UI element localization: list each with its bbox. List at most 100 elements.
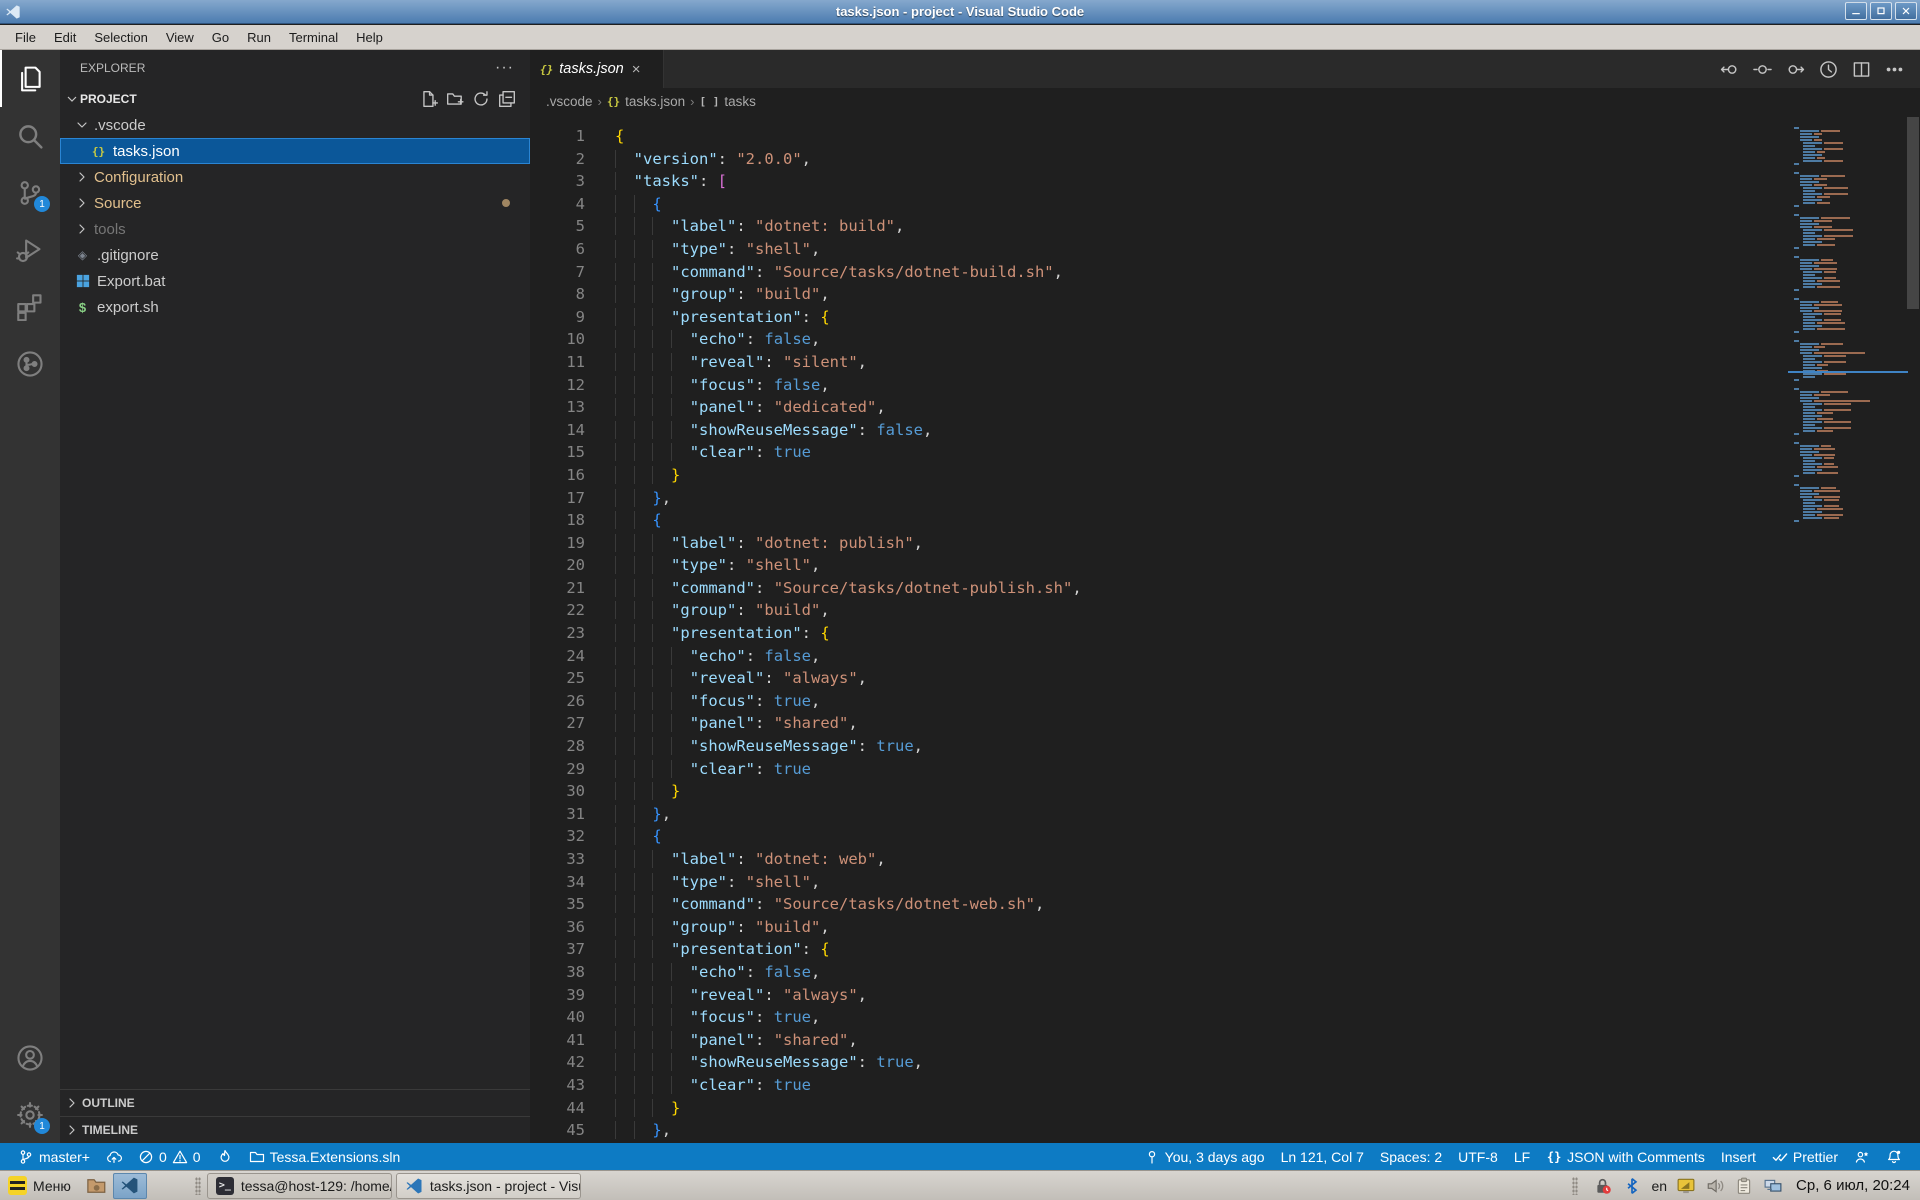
maximize-button[interactable] [1870, 2, 1892, 20]
activity-files[interactable] [0, 50, 60, 107]
tree-item-tools[interactable]: tools [60, 216, 530, 242]
file-manager-launcher[interactable] [79, 1173, 113, 1199]
menu-help[interactable]: Help [347, 27, 392, 48]
tree-item--gitignore[interactable]: ◈.gitignore [60, 242, 530, 268]
vertical-scrollbar[interactable] [1906, 115, 1920, 1143]
breadcrumb-file[interactable]: tasks.json [625, 94, 685, 109]
menu-edit[interactable]: Edit [45, 27, 85, 48]
history-circle-button[interactable] [1819, 60, 1838, 79]
menu-terminal[interactable]: Terminal [280, 27, 347, 48]
display-settings-icon[interactable] [1676, 1176, 1696, 1196]
sidebar-more-actions-icon[interactable]: ··· [495, 59, 514, 77]
tray-grip[interactable] [1572, 1177, 1578, 1195]
start-menu-button[interactable]: Меню [4, 1173, 79, 1199]
formatter[interactable]: Prettier [1764, 1149, 1846, 1165]
refresh-button[interactable] [472, 90, 490, 108]
menu-file[interactable]: File [6, 27, 45, 48]
line-number: 38 [530, 961, 585, 984]
tree-item-source[interactable]: Source [60, 190, 530, 216]
nav-forward-circle-button[interactable] [1786, 60, 1805, 79]
blame-status[interactable]: You, 3 days ago [1136, 1149, 1273, 1165]
menu-selection[interactable]: Selection [85, 27, 156, 48]
notifications[interactable] [1878, 1149, 1910, 1165]
breadcrumb-folder[interactable]: .vscode [546, 94, 593, 109]
section-timeline[interactable]: TIMELINE [60, 1116, 530, 1143]
eol[interactable]: LF [1506, 1149, 1538, 1165]
tree-item-configuration[interactable]: Configuration [60, 164, 530, 190]
tree-item-export-bat[interactable]: Export.bat [60, 268, 530, 294]
project-section-header[interactable]: PROJECT [60, 86, 530, 112]
menu-run[interactable]: Run [238, 27, 280, 48]
task-window-terminal[interactable]: >_tessa@host-129: /home/te... [207, 1173, 392, 1199]
code-lines[interactable]: 1{2 "version": "2.0.0",3 "tasks": [4 {5 … [530, 125, 1788, 1142]
bluetooth-icon[interactable] [1622, 1176, 1642, 1196]
line-number: 23 [530, 622, 585, 645]
network-icon[interactable] [1763, 1176, 1783, 1196]
tree-item--vscode[interactable]: .vscode [60, 112, 530, 138]
token: , [1054, 263, 1063, 281]
token: "command" [671, 263, 755, 281]
cursor-position[interactable]: Ln 121, Col 7 [1273, 1149, 1372, 1165]
screen-lock-icon[interactable] [1593, 1176, 1613, 1196]
activity-search[interactable] [0, 107, 60, 164]
code-line: 2 "version": "2.0.0", [530, 148, 1788, 171]
token: "label" [671, 534, 736, 552]
encoding[interactable]: UTF-8 [1450, 1149, 1506, 1165]
solution-status[interactable]: Tessa.Extensions.sln [241, 1143, 409, 1170]
new-file-button[interactable] [420, 90, 438, 108]
token: true [876, 737, 913, 755]
close-button[interactable] [1895, 2, 1917, 20]
activity-source-control[interactable]: 1 [0, 164, 60, 221]
token: "group" [671, 285, 736, 303]
nav-back-circle-button[interactable] [1720, 60, 1739, 79]
flame-status[interactable] [209, 1143, 241, 1170]
status-bar: master+ 00 Tessa.Extensions.sln You, 3 day… [0, 1143, 1920, 1170]
breadcrumb-symbol[interactable]: tasks [724, 94, 756, 109]
token: : [764, 353, 783, 371]
activity-remote-branch[interactable] [0, 335, 60, 392]
indentation[interactable]: Spaces: 2 [1372, 1149, 1450, 1165]
activity-run-debug[interactable] [0, 221, 60, 278]
split-editor-button[interactable] [1852, 60, 1871, 79]
line-number: 33 [530, 848, 585, 871]
activity-extensions[interactable] [0, 278, 60, 335]
indent-guide [634, 647, 653, 665]
circle-dash-button[interactable] [1753, 60, 1772, 79]
close-tab-icon[interactable]: × [632, 61, 641, 78]
tree-item-export-sh[interactable]: $export.sh [60, 294, 530, 320]
clipboard-icon[interactable] [1734, 1176, 1754, 1196]
activity-account[interactable] [0, 1029, 60, 1086]
more-actions-button[interactable] [1885, 60, 1904, 79]
feedback[interactable] [1846, 1149, 1878, 1165]
task-window-vscode[interactable]: tasks.json - project - Visual ... [396, 1173, 581, 1199]
token: : [736, 850, 755, 868]
indent-guide [652, 760, 671, 778]
minimap-line [1792, 421, 1904, 423]
collapse-all-button[interactable] [498, 90, 516, 108]
sync-status[interactable] [98, 1143, 130, 1170]
taskbar-grip[interactable] [195, 1177, 201, 1195]
git-branch-status[interactable]: master+ [10, 1143, 98, 1170]
activity-settings-gear[interactable]: 1 [0, 1086, 60, 1143]
menu-go[interactable]: Go [203, 27, 238, 48]
problems-status[interactable]: 00 [130, 1143, 209, 1170]
tab-tasks-json[interactable]: {} tasks.json × [530, 50, 664, 88]
vscode-launcher[interactable] [113, 1173, 147, 1199]
scrollbar-slider[interactable] [1907, 117, 1919, 309]
tree-item-tasks-json[interactable]: {}tasks.json [60, 138, 530, 164]
keyboard-layout-indicator[interactable]: en [1651, 1178, 1667, 1194]
line-number: 45 [530, 1119, 585, 1142]
indent-guide [652, 918, 671, 936]
menu-view[interactable]: View [157, 27, 203, 48]
insert-mode[interactable]: Insert [1713, 1149, 1764, 1165]
volume-icon[interactable] [1705, 1176, 1725, 1196]
minimize-button[interactable] [1845, 2, 1867, 20]
code-viewport[interactable]: 1{2 "version": "2.0.0",3 "tasks": [4 {5 … [530, 115, 1920, 1143]
code-line: 41 "panel": "shared", [530, 1029, 1788, 1052]
new-folder-button[interactable] [446, 90, 464, 108]
minimap[interactable] [1792, 127, 1904, 529]
language-mode[interactable]: {}JSON with Comments [1538, 1149, 1713, 1165]
section-outline[interactable]: OUTLINE [60, 1089, 530, 1116]
taskbar-clock[interactable]: Ср, 6 июл, 20:24 [1796, 1177, 1910, 1194]
token: "type" [671, 240, 727, 258]
